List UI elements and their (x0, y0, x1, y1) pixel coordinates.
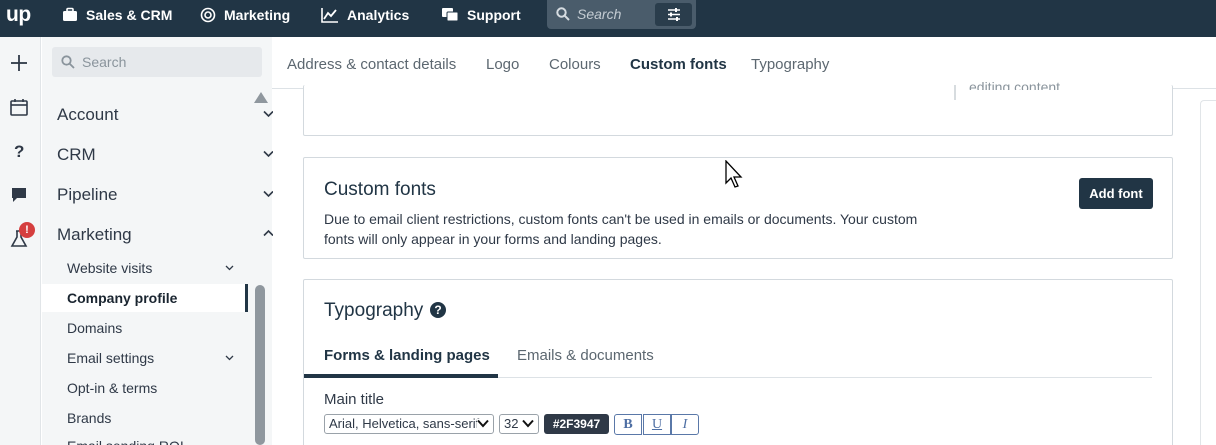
bold-toggle[interactable]: B (614, 414, 642, 435)
tab-forms-landing-pages[interactable]: Forms & landing pages (324, 347, 490, 364)
top-navigation-bar: up Sales & CRM Marketing Analytics Suppo… (0, 0, 1216, 37)
nav-marketing[interactable]: Marketing (200, 0, 290, 29)
calendar-icon[interactable] (9, 97, 29, 117)
nav-support[interactable]: Support (441, 0, 521, 29)
sidebar-search[interactable]: Search (52, 47, 262, 77)
main-title-label: Main title (324, 391, 385, 408)
tab-emails-documents[interactable]: Emails & documents (517, 347, 654, 364)
tab-address-contact[interactable]: Address & contact details (287, 56, 456, 73)
nav-sales-crm[interactable]: Sales & CRM (62, 0, 172, 29)
font-family-value: Arial, Helvetica, sans-serif (329, 416, 480, 431)
mouse-cursor-icon (725, 160, 743, 188)
nav-support-label: Support (467, 6, 521, 23)
typography-title: Typography (324, 300, 424, 321)
notification-badge: ! (19, 222, 35, 238)
custom-fonts-description: Due to email client restrictions, custom… (324, 211, 918, 247)
sidebar-search-input[interactable]: Search (82, 54, 126, 70)
chart-line-icon (321, 7, 338, 23)
nav-sales-crm-label: Sales & CRM (86, 6, 173, 23)
global-search-input[interactable]: Search (577, 6, 621, 22)
right-panel-edge (1200, 100, 1216, 445)
sidebar-scrollbar[interactable] (254, 92, 268, 445)
font-size-value: 32 (504, 416, 519, 431)
tab-custom-fonts[interactable]: Custom fonts (630, 56, 727, 73)
settings-sidebar: Search Account CRM Pipeline Marketing We… (42, 37, 274, 445)
sidebar-item-brands[interactable]: Brands (67, 410, 111, 426)
color-picker-chip[interactable]: #2F3947 (544, 414, 609, 434)
sidebar-section-crm[interactable]: CRM (57, 145, 96, 165)
font-size-select[interactable]: 32 (499, 414, 539, 434)
add-font-button[interactable]: Add font (1079, 178, 1153, 209)
chevron-down-icon[interactable] (225, 265, 234, 271)
sidebar-item-company-profile[interactable]: Company profile (67, 290, 177, 306)
target-icon (200, 7, 216, 22)
sidebar-section-pipeline[interactable]: Pipeline (57, 185, 118, 205)
plus-icon[interactable] (9, 53, 29, 73)
hint-text: editing content. (969, 79, 1064, 90)
global-search[interactable]: Search (547, 0, 696, 29)
help-question-icon[interactable]: ? (9, 141, 29, 161)
nav-analytics[interactable]: Analytics (321, 0, 409, 29)
custom-fonts-title: Custom fonts (324, 179, 436, 200)
search-icon (556, 7, 570, 21)
main-content: editing content. Custom fonts Due to ema… (273, 79, 1216, 445)
sidebar-item-email-sending-roi[interactable]: Email sending ROI (67, 438, 184, 445)
chat-icon[interactable] (9, 185, 29, 205)
app-logo[interactable]: up (6, 3, 31, 27)
active-sub-tab-underline (304, 374, 498, 378)
font-family-select[interactable]: Arial, Helvetica, sans-serif (324, 414, 494, 434)
search-icon (61, 55, 75, 69)
chevron-down-icon (522, 419, 534, 428)
tab-colours[interactable]: Colours (549, 56, 601, 73)
tab-logo[interactable]: Logo (486, 56, 519, 73)
tab-typography[interactable]: Typography (751, 56, 829, 73)
chevron-down-icon[interactable] (225, 355, 234, 361)
sidebar-item-domains[interactable]: Domains (67, 320, 122, 336)
hint-divider (954, 85, 956, 100)
icon-rail: ? ! (0, 37, 41, 445)
sidebar-item-website-visits[interactable]: Website visits (67, 260, 152, 276)
italic-toggle[interactable]: I (671, 414, 699, 435)
chevron-down-icon (477, 419, 489, 428)
colours-card: editing content. (303, 79, 1173, 136)
scroll-up-arrow-icon[interactable] (254, 92, 268, 103)
scrollbar-thumb[interactable] (255, 285, 265, 445)
search-filter-button[interactable] (655, 3, 692, 26)
sidebar-section-marketing[interactable]: Marketing (57, 225, 132, 245)
sidebar-item-email-settings[interactable]: Email settings (67, 350, 154, 366)
chat-bubbles-icon (442, 7, 459, 21)
nav-analytics-label: Analytics (347, 6, 410, 23)
sidebar-section-account[interactable]: Account (57, 105, 118, 125)
svg-text:?: ? (14, 142, 24, 161)
company-profile-tabs: Address & contact details Logo Colours C… (272, 37, 1216, 89)
nav-marketing-label: Marketing (224, 6, 291, 23)
sliders-icon (668, 8, 680, 21)
underline-toggle[interactable]: U (643, 414, 671, 435)
sidebar-item-opt-in-terms[interactable]: Opt-in & terms (67, 380, 157, 396)
active-indicator (245, 284, 248, 312)
help-circle-icon[interactable]: ? (430, 302, 446, 318)
briefcase-icon (63, 7, 77, 21)
typography-card: Typography ? Forms & landing pages Email… (303, 279, 1173, 445)
